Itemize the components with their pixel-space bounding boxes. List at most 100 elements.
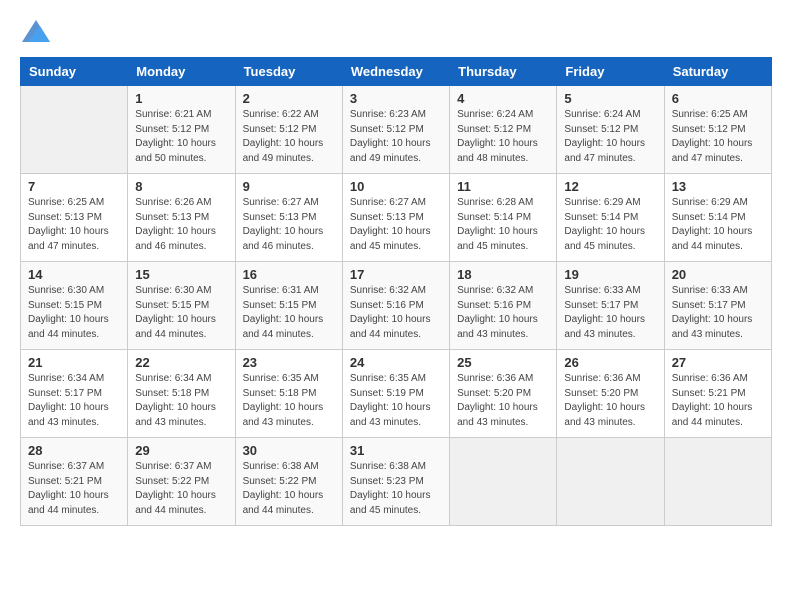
calendar-cell: 30 Sunrise: 6:38 AM Sunset: 5:22 PM Dayli… <box>235 438 342 526</box>
day-number: 19 <box>564 267 656 282</box>
calendar-cell: 29Sunrise: 6:37 AM Sunset: 5:22 PM Dayli… <box>128 438 235 526</box>
calendar-cell: 14Sunrise: 6:30 AM Sunset: 5:15 PM Dayli… <box>21 262 128 350</box>
calendar-cell: 24 Sunrise: 6:35 AM Sunset: 5:19 PM Dayli… <box>342 350 449 438</box>
calendar-table: SundayMondayTuesdayWednesdayThursdayFrid… <box>20 57 772 526</box>
day-number: 12 <box>564 179 656 194</box>
day-number: 10 <box>350 179 442 194</box>
calendar-cell: 18 Sunrise: 6:32 AM Sunset: 5:16 PM Dayli… <box>450 262 557 350</box>
calendar-cell: 3Sunrise: 6:23 AM Sunset: 5:12 PM Daylig… <box>342 86 449 174</box>
day-detail: Sunrise: 6:32 AM Sunset: 5:16 PM Dayligh… <box>457 284 549 342</box>
day-number: 16 <box>243 267 335 282</box>
day-number: 2 <box>243 91 335 106</box>
day-number: 31 <box>350 443 442 458</box>
logo-icon <box>22 20 50 42</box>
calendar-cell: 1Sunrise: 6:21 AM Sunset: 5:12 PM Daylig… <box>128 86 235 174</box>
day-detail: Sunrise: 6:25 AM Sunset: 5:12 PM Dayligh… <box>672 108 764 166</box>
day-number: 7 <box>28 179 120 194</box>
day-detail: Sunrise: 6:27 AM Sunset: 5:13 PM Dayligh… <box>243 196 335 254</box>
day-number: 18 <box>457 267 549 282</box>
calendar-cell: 19 Sunrise: 6:33 AM Sunset: 5:17 PM Dayli… <box>557 262 664 350</box>
day-detail: Sunrise: 6:22 AM Sunset: 5:12 PM Dayligh… <box>243 108 335 166</box>
day-number: 20 <box>672 267 764 282</box>
page-container: SundayMondayTuesdayWednesdayThursdayFrid… <box>20 20 772 526</box>
day-number: 15 <box>135 267 227 282</box>
day-detail: Sunrise: 6:36 AM Sunset: 5:20 PM Dayligh… <box>457 372 549 430</box>
calendar-cell: 7 Sunrise: 6:25 AM Sunset: 5:13 PM Daylig… <box>21 174 128 262</box>
day-number: 4 <box>457 91 549 106</box>
day-number: 23 <box>243 355 335 370</box>
calendar-week-5: 28 Sunrise: 6:37 AM Sunset: 5:21 PM Dayli… <box>21 438 772 526</box>
calendar-cell: 20 Sunrise: 6:33 AM Sunset: 5:17 PM Dayli… <box>664 262 771 350</box>
weekday-header-thursday: Thursday <box>450 58 557 86</box>
day-detail: Sunrise: 6:35 AM Sunset: 5:18 PM Dayligh… <box>243 372 335 430</box>
calendar-cell: 8 Sunrise: 6:26 AM Sunset: 5:13 PM Daylig… <box>128 174 235 262</box>
day-number: 22 <box>135 355 227 370</box>
day-detail: Sunrise: 6:30 AM Sunset: 5:15 PM Dayligh… <box>135 284 227 342</box>
calendar-cell: 2 Sunrise: 6:22 AM Sunset: 5:12 PM Daylig… <box>235 86 342 174</box>
calendar-cell: 15 Sunrise: 6:30 AM Sunset: 5:15 PM Dayli… <box>128 262 235 350</box>
calendar-cell <box>664 438 771 526</box>
day-number: 17 <box>350 267 442 282</box>
calendar-cell: 27 Sunrise: 6:36 AM Sunset: 5:21 PM Dayli… <box>664 350 771 438</box>
day-detail: Sunrise: 6:33 AM Sunset: 5:17 PM Dayligh… <box>564 284 656 342</box>
day-number: 27 <box>672 355 764 370</box>
day-number: 1 <box>135 91 227 106</box>
day-number: 28 <box>28 443 120 458</box>
calendar-cell: 10 Sunrise: 6:27 AM Sunset: 5:13 PM Dayli… <box>342 174 449 262</box>
day-detail: Sunrise: 6:38 AM Sunset: 5:22 PM Dayligh… <box>243 460 335 518</box>
calendar-cell: 25 Sunrise: 6:36 AM Sunset: 5:20 PM Dayli… <box>450 350 557 438</box>
calendar-cell: 6 Sunrise: 6:25 AM Sunset: 5:12 PM Daylig… <box>664 86 771 174</box>
day-detail: Sunrise: 6:26 AM Sunset: 5:13 PM Dayligh… <box>135 196 227 254</box>
day-detail: Sunrise: 6:28 AM Sunset: 5:14 PM Dayligh… <box>457 196 549 254</box>
calendar-cell: 12 Sunrise: 6:29 AM Sunset: 5:14 PM Dayli… <box>557 174 664 262</box>
day-detail: Sunrise: 6:25 AM Sunset: 5:13 PM Dayligh… <box>28 196 120 254</box>
day-detail: Sunrise: 6:38 AM Sunset: 5:23 PM Dayligh… <box>350 460 442 518</box>
day-detail: Sunrise: 6:32 AM Sunset: 5:16 PM Dayligh… <box>350 284 442 342</box>
calendar-cell: 26 Sunrise: 6:36 AM Sunset: 5:20 PM Dayli… <box>557 350 664 438</box>
weekday-header-tuesday: Tuesday <box>235 58 342 86</box>
day-number: 30 <box>243 443 335 458</box>
day-detail: Sunrise: 6:36 AM Sunset: 5:21 PM Dayligh… <box>672 372 764 430</box>
calendar-cell: 16 Sunrise: 6:31 AM Sunset: 5:15 PM Dayli… <box>235 262 342 350</box>
logo-text <box>20 20 50 47</box>
day-number: 6 <box>672 91 764 106</box>
day-detail: Sunrise: 6:29 AM Sunset: 5:14 PM Dayligh… <box>564 196 656 254</box>
day-detail: Sunrise: 6:24 AM Sunset: 5:12 PM Dayligh… <box>457 108 549 166</box>
calendar-cell: 28 Sunrise: 6:37 AM Sunset: 5:21 PM Dayli… <box>21 438 128 526</box>
weekday-header-row: SundayMondayTuesdayWednesdayThursdayFrid… <box>21 58 772 86</box>
day-number: 21 <box>28 355 120 370</box>
day-number: 8 <box>135 179 227 194</box>
calendar-cell: 22 Sunrise: 6:34 AM Sunset: 5:18 PM Dayli… <box>128 350 235 438</box>
day-number: 24 <box>350 355 442 370</box>
day-number: 29 <box>135 443 227 458</box>
day-detail: Sunrise: 6:36 AM Sunset: 5:20 PM Dayligh… <box>564 372 656 430</box>
calendar-cell: 4 Sunrise: 6:24 AM Sunset: 5:12 PM Daylig… <box>450 86 557 174</box>
day-detail: Sunrise: 6:29 AM Sunset: 5:14 PM Dayligh… <box>672 196 764 254</box>
calendar-week-4: 21 Sunrise: 6:34 AM Sunset: 5:17 PM Dayli… <box>21 350 772 438</box>
calendar-cell: 17 Sunrise: 6:32 AM Sunset: 5:16 PM Dayli… <box>342 262 449 350</box>
calendar-week-3: 14Sunrise: 6:30 AM Sunset: 5:15 PM Dayli… <box>21 262 772 350</box>
calendar-cell: 13Sunrise: 6:29 AM Sunset: 5:14 PM Dayli… <box>664 174 771 262</box>
day-detail: Sunrise: 6:24 AM Sunset: 5:12 PM Dayligh… <box>564 108 656 166</box>
day-detail: Sunrise: 6:27 AM Sunset: 5:13 PM Dayligh… <box>350 196 442 254</box>
day-number: 26 <box>564 355 656 370</box>
calendar-cell: 9 Sunrise: 6:27 AM Sunset: 5:13 PM Daylig… <box>235 174 342 262</box>
weekday-header-sunday: Sunday <box>21 58 128 86</box>
calendar-cell <box>557 438 664 526</box>
day-detail: Sunrise: 6:34 AM Sunset: 5:17 PM Dayligh… <box>28 372 120 430</box>
calendar-cell: 11Sunrise: 6:28 AM Sunset: 5:14 PM Dayli… <box>450 174 557 262</box>
header <box>20 20 772 47</box>
day-detail: Sunrise: 6:35 AM Sunset: 5:19 PM Dayligh… <box>350 372 442 430</box>
day-number: 25 <box>457 355 549 370</box>
calendar-week-2: 7 Sunrise: 6:25 AM Sunset: 5:13 PM Daylig… <box>21 174 772 262</box>
day-detail: Sunrise: 6:33 AM Sunset: 5:17 PM Dayligh… <box>672 284 764 342</box>
calendar-cell: 5Sunrise: 6:24 AM Sunset: 5:12 PM Daylig… <box>557 86 664 174</box>
calendar-cell: 31 Sunrise: 6:38 AM Sunset: 5:23 PM Dayli… <box>342 438 449 526</box>
day-number: 9 <box>243 179 335 194</box>
day-detail: Sunrise: 6:31 AM Sunset: 5:15 PM Dayligh… <box>243 284 335 342</box>
calendar-week-1: 1Sunrise: 6:21 AM Sunset: 5:12 PM Daylig… <box>21 86 772 174</box>
day-detail: Sunrise: 6:37 AM Sunset: 5:21 PM Dayligh… <box>28 460 120 518</box>
day-detail: Sunrise: 6:30 AM Sunset: 5:15 PM Dayligh… <box>28 284 120 342</box>
day-detail: Sunrise: 6:34 AM Sunset: 5:18 PM Dayligh… <box>135 372 227 430</box>
weekday-header-friday: Friday <box>557 58 664 86</box>
